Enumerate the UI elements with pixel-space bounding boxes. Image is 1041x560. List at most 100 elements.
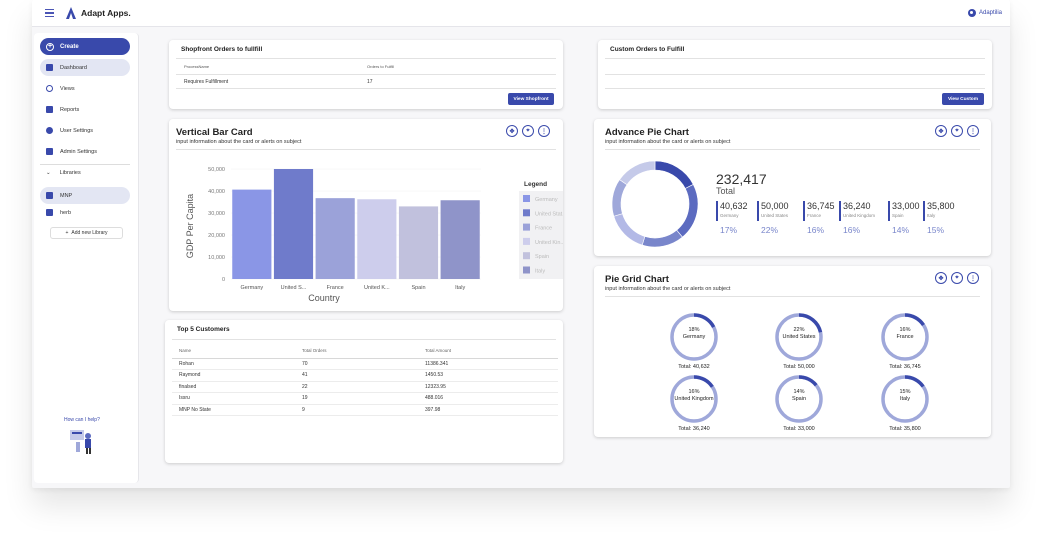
more-vert-icon[interactable]: ⋮ bbox=[967, 272, 979, 284]
add-library-button[interactable]: + Add new Library bbox=[50, 227, 123, 239]
legend-label[interactable]: United Stat... bbox=[535, 211, 563, 217]
bar[interactable] bbox=[232, 189, 272, 279]
stat-country: Spain bbox=[892, 213, 904, 218]
legend-label[interactable]: United Kin... bbox=[535, 240, 563, 246]
pie-grid-total: Total: 40,632 bbox=[678, 364, 710, 370]
pie-grid-percent: 18% bbox=[688, 327, 700, 333]
help-text[interactable]: How can I help? bbox=[64, 417, 100, 423]
bar[interactable] bbox=[315, 198, 355, 279]
stat-bar bbox=[839, 201, 841, 221]
legend-label[interactable]: France bbox=[535, 226, 552, 232]
pie-slice[interactable] bbox=[613, 213, 646, 246]
pin-icon[interactable]: ⌖ bbox=[951, 125, 963, 137]
pie-grid-country: United States bbox=[782, 334, 816, 340]
sidebar-item-label: Admin Settings bbox=[60, 148, 97, 155]
move-icon[interactable]: ✥ bbox=[506, 125, 518, 137]
row-name: Requires Fulfillment bbox=[184, 79, 229, 85]
sidebar: + Create Dashboard Views Reports User Se… bbox=[34, 33, 139, 483]
pin-icon[interactable]: ⌖ bbox=[522, 125, 534, 137]
sidebar-item-reports[interactable]: Reports bbox=[40, 101, 130, 118]
libraries-toggle[interactable]: ⌄ Libraries bbox=[40, 170, 81, 176]
x-tick-label: United K... bbox=[364, 285, 390, 291]
y-tick-label: 50,000 bbox=[208, 167, 225, 173]
legend-box bbox=[519, 191, 563, 279]
pie-grid-item[interactable]: 22% United States Total: 50,000 bbox=[764, 312, 834, 370]
sidebar-item-dashboard[interactable]: Dashboard bbox=[40, 59, 130, 76]
pie-slice[interactable] bbox=[611, 179, 628, 217]
user-name: Adaptilia bbox=[978, 10, 1002, 16]
view-custom-button[interactable]: View Custom bbox=[942, 93, 984, 105]
divider bbox=[176, 149, 556, 150]
pie-grid-percent: 14% bbox=[793, 389, 805, 395]
pie-grid-item[interactable]: 15% Italy Total: 35,800 bbox=[870, 374, 940, 432]
custom-orders-card: Custom Orders to Fulfill View Custom bbox=[598, 40, 992, 109]
table-row[interactable]: Raymond 41 1450.53 bbox=[172, 369, 558, 382]
pie-slice[interactable] bbox=[619, 160, 656, 186]
create-button[interactable]: + Create bbox=[40, 38, 130, 55]
pie-grid-item[interactable]: 18% Germany Total: 40,632 bbox=[659, 312, 729, 370]
move-icon[interactable]: ✥ bbox=[935, 125, 947, 137]
menu-icon[interactable] bbox=[45, 9, 54, 18]
sidebar-item-label: Dashboard bbox=[60, 64, 87, 71]
table-cell: 11386.341 bbox=[418, 358, 558, 370]
library-label: herb bbox=[60, 209, 72, 216]
x-tick-label: Germany bbox=[241, 285, 264, 291]
stat-percent: 16% bbox=[807, 225, 825, 235]
view-shopfront-button[interactable]: View Shopfront bbox=[508, 93, 554, 105]
table-cell: Raymond bbox=[172, 369, 295, 382]
legend-label[interactable]: Germany bbox=[535, 197, 558, 203]
bar[interactable] bbox=[398, 206, 439, 279]
pie-grid-item[interactable]: 16% United Kingdom Total: 36,240 bbox=[659, 374, 729, 432]
chevron-down-icon: ⌄ bbox=[46, 170, 51, 176]
table-row[interactable]: MNP No State 9 397.98 bbox=[172, 404, 558, 416]
x-tick-label: United S... bbox=[281, 285, 307, 291]
user-menu[interactable]: Adaptilia bbox=[967, 9, 1002, 17]
pie-grid-item[interactable]: 16% France Total: 36,745 bbox=[870, 312, 940, 370]
pie-slice[interactable] bbox=[641, 229, 683, 248]
legend-label[interactable]: Italy bbox=[535, 269, 545, 275]
table-row[interactable]: Rohan 70 11386.341 bbox=[172, 358, 558, 370]
library-icon bbox=[46, 209, 53, 216]
advance-pie-donut bbox=[611, 160, 699, 248]
pie-slice[interactable] bbox=[654, 160, 694, 189]
advance-pie-card: Advance Pie Chart input information abou… bbox=[594, 119, 991, 256]
admin-settings-icon bbox=[46, 148, 53, 155]
card-title: Custom Orders to Fulfill bbox=[610, 46, 685, 53]
library-item-mnp[interactable]: MNP bbox=[40, 187, 130, 204]
pie-grid-item[interactable]: 14% Spain Total: 33,000 bbox=[764, 374, 834, 432]
pie-grid-card: Pie Grid Chart input information about t… bbox=[594, 266, 991, 437]
table-cell: 12323.95 bbox=[418, 381, 558, 393]
move-icon[interactable]: ✥ bbox=[935, 272, 947, 284]
legend-swatch bbox=[523, 223, 530, 231]
row-value: 17 bbox=[367, 79, 373, 85]
table-row[interactable]: Issru 19 488.016 bbox=[172, 392, 558, 405]
legend-label[interactable]: Spain bbox=[535, 254, 549, 260]
sidebar-item-admin-settings[interactable]: Admin Settings bbox=[40, 143, 130, 160]
table-cell: 397.98 bbox=[418, 404, 558, 416]
table-header-row: Name Total Orders Total Amount bbox=[172, 344, 558, 359]
bar[interactable] bbox=[273, 169, 314, 279]
sidebar-item-views[interactable]: Views bbox=[40, 80, 130, 97]
stat-country: United States bbox=[761, 213, 789, 218]
table-row[interactable]: finalsed 22 12323.95 bbox=[172, 381, 558, 393]
divider bbox=[176, 58, 556, 59]
pie-grid-percent: 16% bbox=[899, 327, 911, 333]
library-item-herb[interactable]: herb bbox=[40, 204, 130, 221]
bar[interactable] bbox=[440, 200, 480, 279]
pie-slice[interactable] bbox=[676, 184, 699, 238]
sidebar-item-user-settings[interactable]: User Settings bbox=[40, 122, 130, 139]
bar[interactable] bbox=[357, 199, 397, 279]
pie-grid-country: Spain bbox=[791, 396, 807, 402]
legend-title: Legend bbox=[524, 181, 547, 188]
column-header: Orders to Fulfill bbox=[367, 64, 395, 69]
more-vert-icon[interactable]: ⋮ bbox=[538, 125, 550, 137]
eye-icon bbox=[46, 85, 53, 92]
stat-percent: 14% bbox=[892, 225, 910, 235]
table-cell: 19 bbox=[295, 392, 418, 405]
stat-country: France bbox=[807, 213, 822, 218]
column-header: Total Orders bbox=[295, 344, 418, 359]
pie-grid-country: United Kingdom bbox=[674, 396, 714, 402]
table-cell: 70 bbox=[295, 358, 418, 370]
more-vert-icon[interactable]: ⋮ bbox=[967, 125, 979, 137]
pin-icon[interactable]: ⌖ bbox=[951, 272, 963, 284]
